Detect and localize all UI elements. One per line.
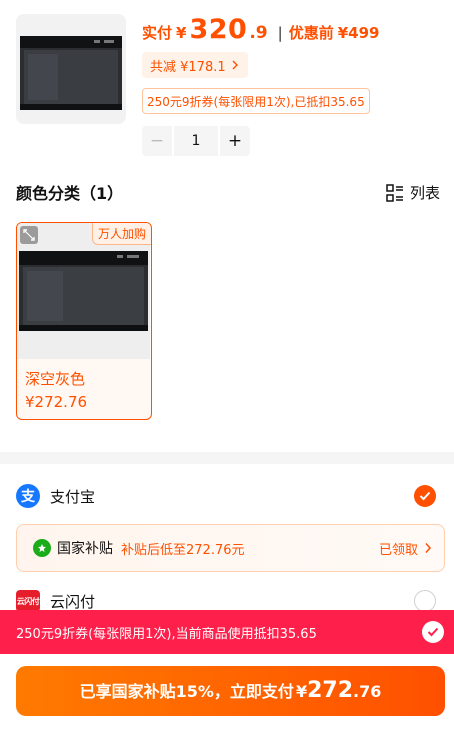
aquarium-image <box>16 14 126 124</box>
unionpay-icon: 云闪付 <box>16 590 40 612</box>
price-separator: | <box>277 24 283 42</box>
coupon-usage-banner[interactable]: 250元9折券(每张限用1次),当前商品使用抵扣35.65 <box>0 610 454 654</box>
pay-button-prefix: 已享国家补贴15%，立即支付 <box>79 682 294 701</box>
increase-quantity-button[interactable]: + <box>220 126 250 156</box>
decrease-quantity-button[interactable]: − <box>142 126 172 156</box>
check-icon <box>427 627 439 637</box>
original-price-label: 优惠前 <box>288 24 334 42</box>
original-price: ¥499 <box>337 24 380 42</box>
national-subsidy-box[interactable]: 国家补贴 补贴后低至272.76元 已领取 <box>16 524 445 572</box>
product-thumbnail[interactable] <box>16 14 126 124</box>
subsidy-status: 已领取 <box>378 542 418 558</box>
variant-price: ¥272.76 <box>25 393 88 411</box>
national-emblem-icon <box>33 539 51 557</box>
unionpay-radio-unchecked[interactable] <box>414 590 436 612</box>
check-icon <box>419 491 431 501</box>
quantity-stepper[interactable]: − 1 + <box>142 126 250 156</box>
discount-text: 共减 ¥178.1 <box>150 59 226 75</box>
pay-button-currency: ¥ <box>295 682 308 701</box>
paid-price-integer: 320 <box>189 14 248 45</box>
subsidy-claimed-link[interactable]: 已领取 <box>379 539 432 558</box>
coupon-text: 250元9折券(每张限用1次),已抵扣35.65 <box>147 94 365 109</box>
discount-detail-chip[interactable]: 共减 ¥178.1 <box>142 52 248 78</box>
alipay-radio-checked[interactable] <box>414 485 436 507</box>
unionpay-label: 云闪付 <box>50 592 96 611</box>
paid-price-row: 实付 ¥ 320 .9 | 优惠前 ¥499 <box>142 14 379 50</box>
list-view-icon <box>386 183 404 202</box>
alipay-icon: 支 <box>16 484 40 508</box>
section-divider <box>0 452 454 464</box>
pay-now-button[interactable]: 已享国家补贴15%，立即支付 ¥ 272 .76 <box>16 666 445 716</box>
subsidy-desc: 补贴后低至272.76元 <box>121 542 245 558</box>
subsidy-title: 国家补贴 <box>57 541 113 557</box>
chevron-right-icon <box>232 60 238 70</box>
popular-badge: 万人加购 <box>91 223 151 245</box>
currency-symbol: ¥ <box>176 24 187 42</box>
coupon-banner-text: 250元9折券(每张限用1次),当前商品使用抵扣35.65 <box>16 626 317 642</box>
payment-option-alipay[interactable]: 支 支付宝 <box>16 481 446 511</box>
coupon-checkbox-checked[interactable] <box>422 621 444 643</box>
expand-icon[interactable] <box>20 226 38 244</box>
color-section-title: 颜色分类（1） <box>16 184 124 203</box>
pay-button-amount-decimal: .76 <box>353 682 382 701</box>
list-view-toggle[interactable]: 列表 <box>386 182 440 203</box>
pay-button-amount-integer: 272 <box>307 678 354 703</box>
chevron-right-icon <box>425 543 432 553</box>
list-view-label: 列表 <box>409 184 440 202</box>
variant-name: 深空灰色 <box>25 370 86 388</box>
paid-label: 实付 <box>142 24 173 42</box>
quantity-value[interactable]: 1 <box>174 126 218 156</box>
coupon-chip[interactable]: 250元9折券(每张限用1次),已抵扣35.65 <box>142 88 370 114</box>
variant-card-deep-space-gray[interactable]: 万人加购 深空灰色 ¥272.76 <box>16 222 152 420</box>
paid-price-decimal: .9 <box>249 23 268 43</box>
alipay-label: 支付宝 <box>50 487 96 506</box>
